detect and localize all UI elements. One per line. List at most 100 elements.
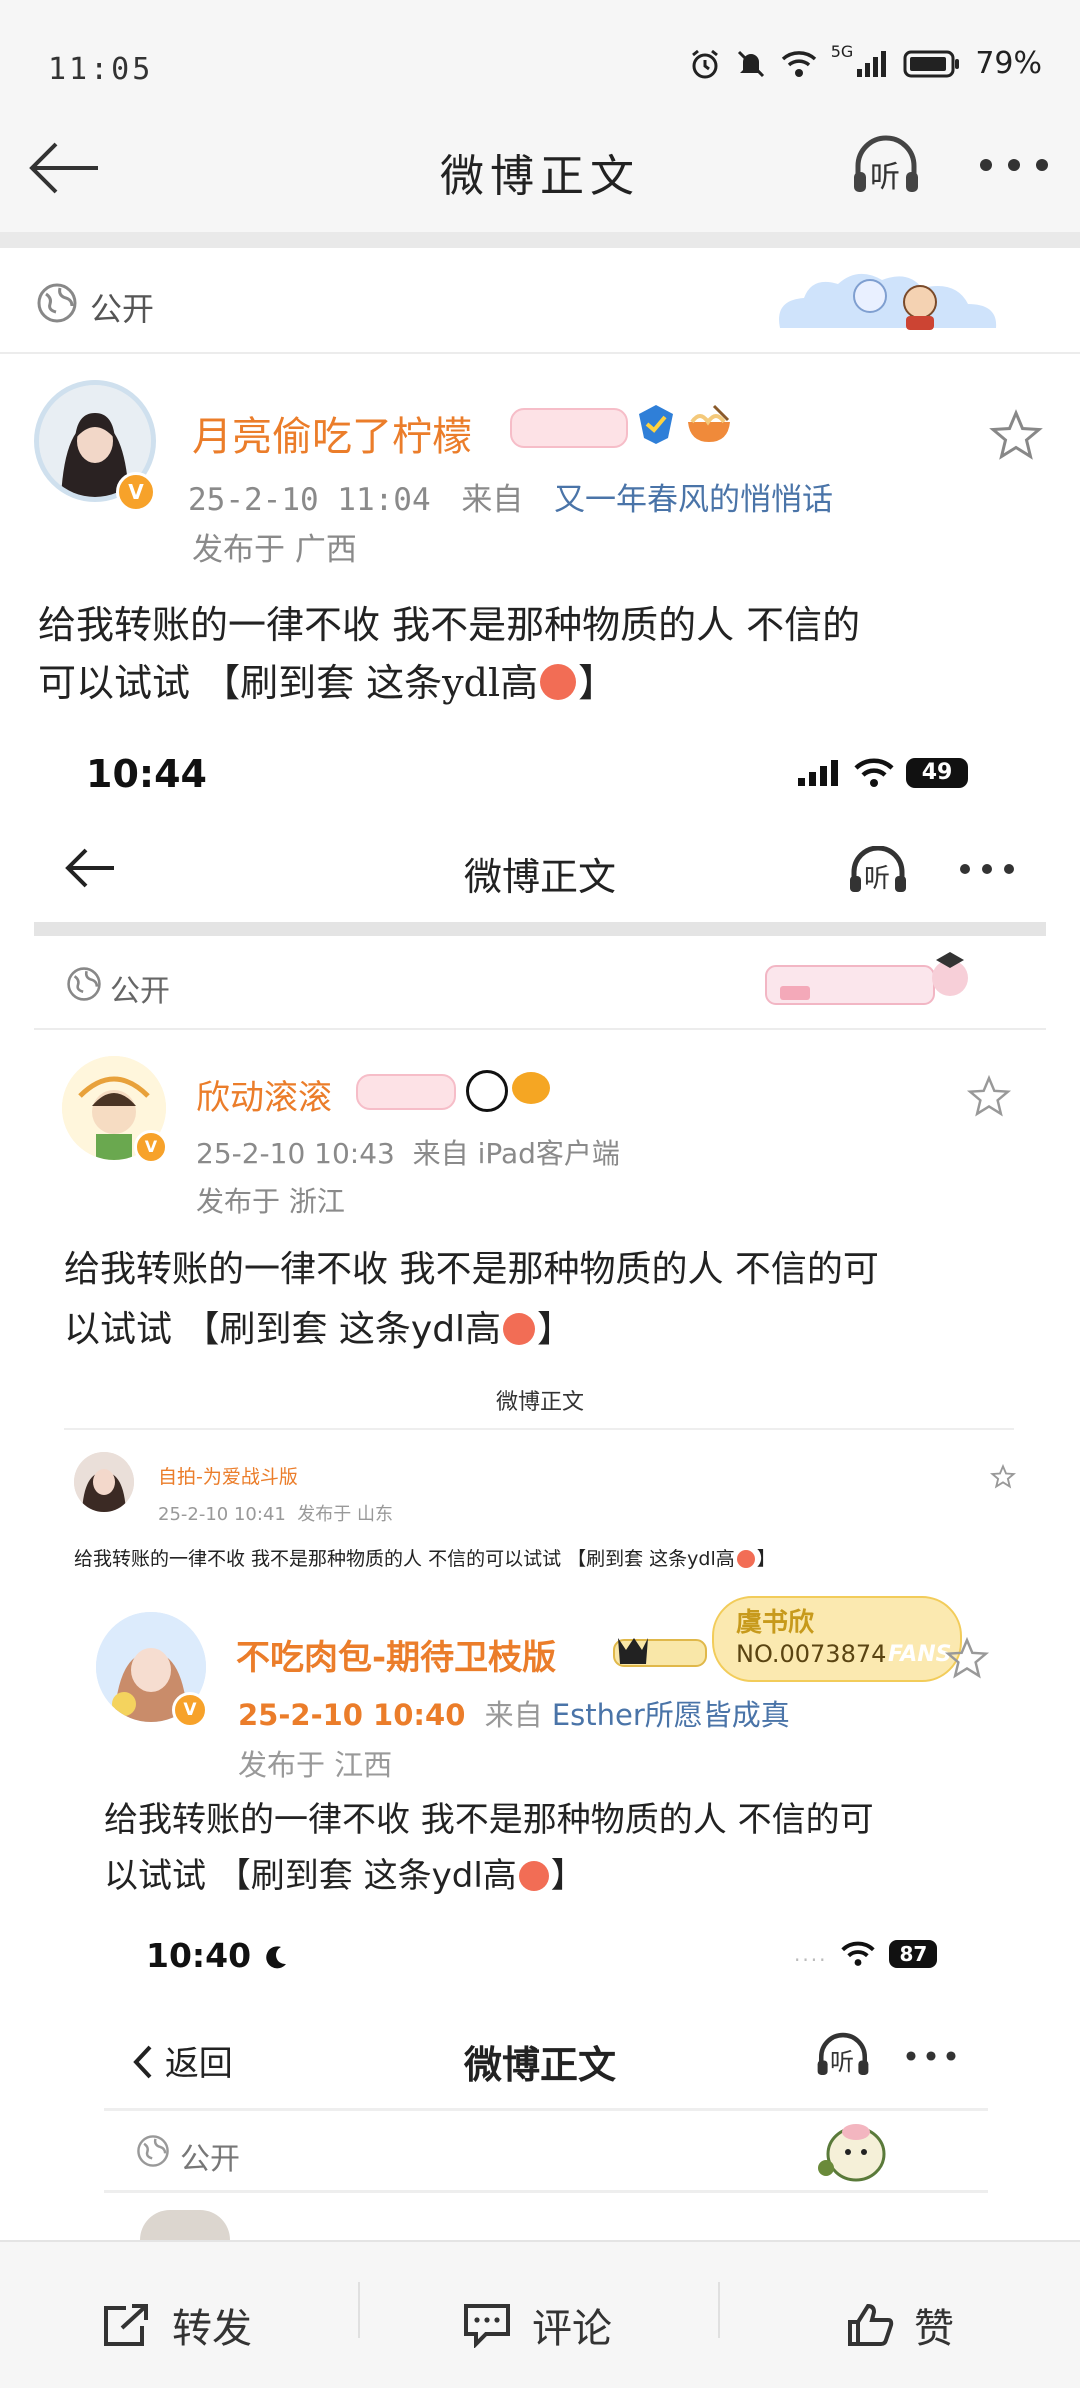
- nested4-divider: [104, 2108, 988, 2111]
- star-icon: [989, 409, 1043, 460]
- nested2-author: 自拍-为爱战斗版: [158, 1466, 298, 1488]
- nested4-listen-icon: 听: [814, 2032, 872, 2078]
- nested1-battery: 49: [906, 758, 968, 788]
- nested1-listen-icon: 听: [846, 845, 910, 894]
- nested1-member-badge: [356, 1074, 456, 1110]
- wifi-icon: [781, 50, 816, 77]
- nested4-status-time: 10:40: [146, 1936, 289, 1975]
- nested1-row-divider: [34, 1028, 1046, 1030]
- nested3-fan-badge-no: NO.0073874: [736, 1640, 887, 1668]
- from-label: 来自: [461, 482, 524, 518]
- nested2-food-emoji-icon: [736, 1550, 755, 1568]
- nested3-date: 25-2-10 10:40: [238, 1698, 466, 1732]
- battery-level: 79%: [975, 46, 1042, 81]
- post-text-line-1: 给我转账的一律不收 我不是那种物质的人 不信的: [38, 603, 861, 647]
- visibility-label: 公开: [90, 290, 155, 328]
- nested2-star-icon: [990, 1464, 1016, 1489]
- nested3-text: 给我转账的一律不收 我不是那种物质的人 不信的可 以试试 【刷到套 这条ydl高…: [104, 1800, 874, 1896]
- nested1-text: 给我转账的一律不收 我不是那种物质的人 不信的可 以试试 【刷到套 这条ydl高…: [64, 1249, 879, 1350]
- nested4-divider-2: [104, 2190, 988, 2193]
- thumbs-up-icon: [848, 2303, 894, 2346]
- post-location: 发布于 广西: [192, 532, 357, 568]
- nested3-star-icon: [944, 1636, 990, 1679]
- favorite-button[interactable]: [988, 408, 1044, 464]
- nested1-verified-badge: V: [134, 1130, 168, 1164]
- nested4-battery: 87: [889, 1940, 938, 1968]
- bottom-divider-2: [718, 2282, 720, 2338]
- nested4-visibility: 公开: [180, 2142, 240, 2177]
- nested1-meta: 25-2-10 10:43 来自 iPad客户端: [196, 1137, 620, 1170]
- nested1-divider: [34, 922, 1046, 936]
- listen-label: 听: [870, 160, 900, 195]
- signal-icon: [857, 50, 887, 77]
- nested4-more-icon: [906, 2051, 956, 2061]
- post-source-link[interactable]: 又一年春风的悄悄话: [554, 474, 833, 519]
- nested1-location: 发布于 浙江: [196, 1185, 345, 1218]
- card-decoration: [779, 273, 997, 330]
- verified-badge: V: [116, 472, 156, 512]
- nested3-food-emoji-icon: [518, 1861, 549, 1891]
- battery-icon: [903, 50, 960, 77]
- nested4-sticker-icon: [818, 2124, 886, 2182]
- globe-icon: [37, 283, 77, 323]
- nested2-title: 微博正文: [495, 1390, 584, 1415]
- shield-badge-icon: [639, 405, 673, 444]
- nested3-fan-badge-title: 虞书欣: [736, 1608, 815, 1638]
- nested1-status-icons: 49: [796, 758, 968, 788]
- repost-button[interactable]: 转发: [102, 2296, 252, 2354]
- nested2-text: 给我转账的一律不收 我不是那种物质的人 不信的可以试试 【刷到套 这条ydl高】: [74, 1548, 776, 1570]
- mute-icon: [737, 50, 764, 77]
- nested3-fan-badge-tag: FANS: [888, 1642, 952, 1667]
- nested1-food-emoji-icon: [503, 1313, 536, 1345]
- post-text-line-2: 可以试试 【刷到套 这条ydl高】: [38, 661, 617, 705]
- status-icons: 5G 79%: [689, 42, 1042, 81]
- nested4-globe-icon: [137, 2135, 169, 2167]
- more-button[interactable]: [978, 150, 1050, 180]
- comment-icon: [464, 2304, 510, 2348]
- nested3-location: 发布于 江西: [238, 1748, 393, 1782]
- nested3-fan-badge: 虞书欣 NO.0073874 FANS: [712, 1596, 962, 1682]
- nested1-more-icon: [960, 864, 1014, 874]
- alarm-icon: [691, 49, 718, 78]
- member-badge: [510, 408, 628, 448]
- more-icon: [980, 159, 1048, 171]
- nested2-meta: 25-2-10 10:41 发布于 山东: [158, 1504, 394, 1525]
- nested1-title: 微博正文: [463, 855, 616, 899]
- nested4-status-icons: .... 87: [794, 1940, 938, 1968]
- status-time: 11:05: [48, 52, 154, 87]
- listen-button[interactable]: 听: [850, 134, 922, 196]
- nested4-partial-avatar: [140, 2210, 230, 2240]
- author-name[interactable]: 月亮偷吃了柠檬: [192, 404, 472, 462]
- header-divider: [0, 232, 1080, 248]
- nested1-visibility: 公开: [110, 974, 170, 1009]
- nested1-wifi-icon: [854, 758, 894, 787]
- moon-icon: [265, 1946, 286, 1969]
- nested1-fish-icon: [512, 1072, 550, 1104]
- nested1-globe-icon: [67, 967, 101, 1001]
- post-text: 给我转账的一律不收 我不是那种物质的人 不信的 可以试试 【刷到套 这条ydl高…: [38, 596, 1048, 712]
- nested1-author: 欣动滚滚: [196, 1078, 332, 1118]
- nested2-avatar: [74, 1452, 134, 1512]
- like-button[interactable]: 赞: [846, 2296, 954, 2354]
- nested3-crown-badge-icon: [613, 1638, 707, 1667]
- nested3-source: Esther所愿皆成真: [551, 1698, 790, 1732]
- share-icon: [104, 2304, 148, 2346]
- nested1-card-decoration: [765, 952, 968, 1005]
- nested3-author: 不吃肉包-期待卫枝版: [236, 1638, 557, 1678]
- nested1-signal-icon: [798, 760, 838, 786]
- post-timestamp: 25-2-10 11:04: [188, 482, 431, 518]
- nested4-signal-dots: ....: [794, 1942, 828, 1966]
- noodle-bowl-icon: [688, 404, 730, 442]
- nested2-row-divider: [64, 1428, 1014, 1430]
- post-date: 25-2-10 11:04 来自: [188, 474, 523, 519]
- bottom-divider-1: [358, 2282, 360, 2338]
- nested1-star-icon: [966, 1074, 1012, 1117]
- comment-button[interactable]: 评论: [462, 2296, 612, 2354]
- nested4-wifi-icon: [841, 1941, 876, 1966]
- network-type: 5G: [830, 42, 854, 61]
- nested1-status-time: 10:44: [86, 752, 207, 796]
- nested3-meta: 25-2-10 10:40 来自 Esther所愿皆成真: [238, 1698, 790, 1732]
- food-emoji-icon: [540, 664, 577, 700]
- nested1-panda-icon: [466, 1070, 508, 1112]
- nested3-verified-badge: V: [172, 1692, 208, 1728]
